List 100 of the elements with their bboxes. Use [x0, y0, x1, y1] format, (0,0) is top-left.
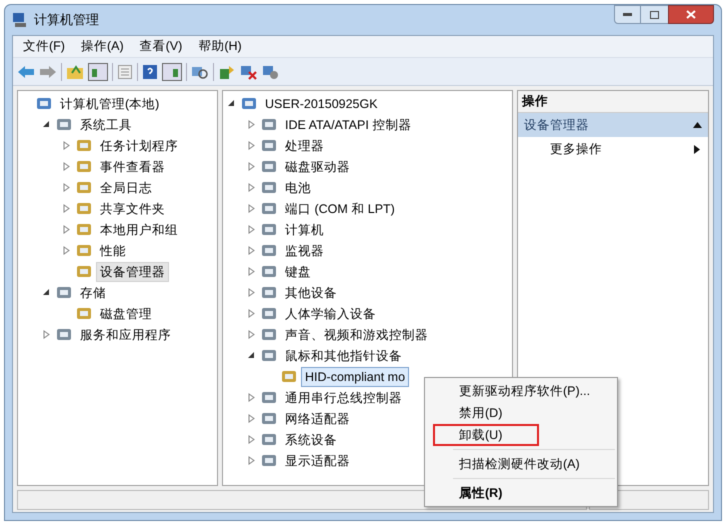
actions-section-header[interactable]: 设备管理器	[518, 113, 708, 137]
tree-node-icon	[261, 116, 277, 132]
tree-item[interactable]: 处理器	[281, 136, 328, 156]
maximize-button[interactable]	[641, 5, 668, 24]
collapsed-arrow-icon[interactable]	[247, 141, 256, 150]
tree-item[interactable]: 事件查看器	[96, 156, 169, 176]
context-menu-item[interactable]: 更新驱动程序软件(P)...	[433, 380, 600, 402]
tree-node-icon	[76, 306, 92, 322]
collapsed-arrow-icon[interactable]	[247, 246, 256, 255]
tree-item[interactable]: 性能	[96, 240, 130, 260]
tree-item[interactable]: 共享文件夹	[96, 198, 169, 218]
collapsed-arrow-icon[interactable]	[247, 204, 256, 213]
tree-item[interactable]: 任务计划程序	[96, 136, 182, 156]
collapsed-arrow-icon[interactable]	[247, 183, 256, 192]
collapsed-arrow-icon[interactable]	[62, 183, 71, 192]
tree-node-icon	[261, 452, 277, 468]
tree-node-icon	[261, 348, 277, 364]
back-arrow-icon[interactable]	[17, 64, 35, 78]
collapsed-arrow-icon[interactable]	[247, 225, 256, 234]
tree-item[interactable]: IDE ATA/ATAPI 控制器	[281, 114, 416, 134]
collapsed-arrow-icon[interactable]	[247, 393, 256, 402]
collapsed-arrow-icon[interactable]	[247, 330, 256, 339]
minimize-button[interactable]	[614, 5, 641, 24]
tree-node-icon	[261, 390, 277, 406]
action-pane-icon[interactable]	[162, 62, 182, 80]
tree-node-icon	[261, 284, 277, 300]
expanded-arrow-icon[interactable]	[227, 99, 236, 108]
tree-node-icon	[261, 158, 277, 174]
tree-item[interactable]: 显示适配器	[281, 450, 354, 470]
tree-item[interactable]: 计算机管理(本地)	[56, 94, 164, 114]
tree-item[interactable]: 人体学输入设备	[281, 304, 380, 324]
collapsed-arrow-icon[interactable]	[247, 267, 256, 276]
tree-item[interactable]: 系统设备	[281, 430, 341, 450]
tree-node-icon	[261, 138, 277, 154]
tree-item[interactable]: 声音、视频和游戏控制器	[281, 324, 432, 344]
tree-node-icon	[281, 368, 297, 384]
collapsed-arrow-icon[interactable]	[247, 435, 256, 444]
console-tree-icon[interactable]	[88, 62, 108, 80]
tree-node-icon	[36, 96, 52, 112]
collapsed-arrow-icon[interactable]	[247, 288, 256, 297]
tree-item[interactable]: 服务和应用程序	[76, 324, 175, 344]
update-driver-icon[interactable]	[218, 64, 236, 80]
collapsed-arrow-icon[interactable]	[62, 162, 71, 171]
tree-item[interactable]: 通用串行总线控制器	[281, 388, 406, 408]
tree-item[interactable]: 其他设备	[281, 282, 341, 302]
menu-item[interactable]: 操作(A)	[72, 37, 132, 56]
tree-item[interactable]: 电池	[281, 178, 315, 198]
collapsed-arrow-icon[interactable]	[247, 414, 256, 423]
collapsed-arrow-icon[interactable]	[247, 120, 256, 129]
context-menu-item[interactable]: 禁用(D)	[433, 402, 512, 424]
collapsed-arrow-icon[interactable]	[247, 162, 256, 171]
tree-item[interactable]: 端口 (COM 和 LPT)	[281, 198, 399, 218]
help-icon[interactable]	[142, 64, 158, 80]
enable-device-icon[interactable]	[262, 64, 280, 80]
tree-node-icon	[241, 96, 257, 112]
tree-node-icon	[261, 200, 277, 216]
tree-node-icon	[76, 242, 92, 258]
tree-item[interactable]: 磁盘管理	[96, 304, 156, 324]
tree-item[interactable]: 存储	[76, 282, 110, 302]
close-icon	[686, 10, 696, 19]
forward-arrow-icon[interactable]	[39, 64, 57, 78]
tree-item[interactable]: 全局日志	[96, 178, 156, 198]
tree-item[interactable]: 网络适配器	[281, 408, 354, 428]
context-menu-item[interactable]: 卸载(U)	[433, 424, 539, 446]
tree-item[interactable]: 系统工具	[76, 114, 136, 134]
folder-up-icon[interactable]	[66, 64, 84, 80]
tree-item[interactable]: 本地用户和组	[96, 220, 182, 240]
app-icon	[12, 12, 28, 28]
expanded-arrow-icon[interactable]	[42, 120, 51, 129]
tree-node-icon	[261, 222, 277, 238]
collapsed-arrow-icon[interactable]	[62, 246, 71, 255]
tree-item[interactable]: 计算机	[281, 220, 328, 240]
tree-node-icon	[261, 180, 277, 196]
collapsed-arrow-icon[interactable]	[247, 456, 256, 465]
collapsed-arrow-icon[interactable]	[62, 225, 71, 234]
tree-item[interactable]: 键盘	[281, 262, 315, 282]
menu-item[interactable]: 查看(V)	[132, 37, 190, 56]
window-title: 计算机管理	[34, 11, 99, 30]
action-item[interactable]: 更多操作	[518, 137, 708, 161]
context-menu-item[interactable]: 扫描检测硬件改动(A)	[433, 453, 590, 475]
collapsed-arrow-icon[interactable]	[42, 330, 51, 339]
collapsed-arrow-icon[interactable]	[247, 309, 256, 318]
uninstall-icon[interactable]	[240, 64, 258, 80]
menu-item[interactable]: 文件(F)	[15, 37, 73, 56]
tree-item[interactable]: 鼠标和其他指针设备	[281, 346, 406, 366]
tree-node-icon	[76, 138, 92, 154]
collapsed-arrow-icon[interactable]	[62, 141, 71, 150]
collapsed-arrow-icon[interactable]	[62, 204, 71, 213]
tree-item[interactable]: 监视器	[281, 240, 328, 260]
tree-item[interactable]: USER-20150925GK	[261, 94, 382, 114]
tree-item[interactable]: 设备管理器	[96, 262, 169, 282]
tree-item[interactable]: HID-compliant mo	[301, 366, 410, 386]
expanded-arrow-icon[interactable]	[247, 351, 256, 360]
close-button[interactable]	[668, 5, 714, 24]
tree-item[interactable]: 磁盘驱动器	[281, 156, 354, 176]
expanded-arrow-icon[interactable]	[42, 288, 51, 297]
properties-icon[interactable]	[117, 64, 133, 80]
tree-node-icon	[56, 326, 72, 342]
context-menu-item[interactable]: 属性(R)	[433, 482, 512, 504]
menu-item[interactable]: 帮助(H)	[190, 37, 250, 56]
